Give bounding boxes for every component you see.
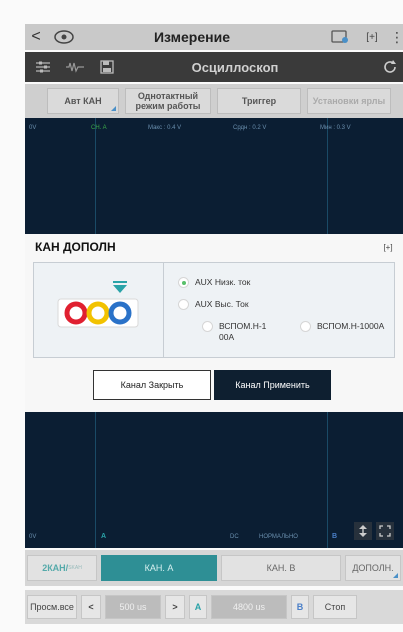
view-all-button[interactable]: Просм.все [27,595,77,619]
radio-icon [178,299,189,310]
timebase-b-value[interactable]: 4800 us [211,595,287,619]
save-icon[interactable] [93,56,121,78]
aux-options-panel: AUX Низк. ток AUX Выс. Ток ВСПОМ.Н-100А … [33,262,395,358]
option-aux-h100a[interactable]: ВСПОМ.Н-100А [202,321,288,343]
vertical-resize-icon[interactable] [354,522,372,540]
waveform-icon[interactable] [61,56,89,78]
auto-channel-label: Авт КАН [64,96,102,106]
toolbar-title: Осциллоскоп [191,59,279,75]
page-title: Измерение [153,29,230,45]
option-label: ВСПОМ.Н-1000А [317,321,385,331]
coupling-label: DC [230,534,239,540]
dual-channel-sublabel: SKAH [68,565,82,571]
option-aux-low-current[interactable]: AUX Низк. ток [178,277,250,288]
marker-b-label: B [332,533,338,540]
channel-selector-row: 2КАН/SKAH КАН. A КАН. B ДОПОЛН. [25,550,403,586]
option-label: AUX Выс. Ток [195,299,249,309]
aux-channel-dialog: КАН ДОПОЛН [+] AUX Низк. ток AUX Выс. То… [25,234,403,412]
fullscreen-toggle-icon[interactable] [376,522,394,540]
min-readout: Мин : 0.3 V [320,125,351,131]
radio-selected-icon [178,277,189,288]
connector-plugs-icon [57,281,139,328]
scope-screen-bottom[interactable]: 0V A DC НОРМАЛЬНО B [25,412,403,548]
auto-channel-button[interactable]: Авт КАН [47,88,119,114]
single-mode-button[interactable]: Однотактный режим работы [125,88,211,114]
max-readout: Макс : 0.4 V [148,125,182,131]
scope-controls-row: Авт КАН Однотактный режим работы Триггер… [25,84,403,118]
refresh-icon[interactable] [379,56,401,78]
stop-button[interactable]: Стоп [313,595,357,619]
radio-icon [300,321,311,332]
option-aux-high-current[interactable]: AUX Выс. Ток [178,299,249,310]
voltage-label: 0V [29,534,37,540]
avg-readout: Срдн : 0.2 V [233,125,267,131]
dialog-title: КАН ДОПОЛН [35,240,116,254]
radio-icon [202,321,213,332]
connector-illustration [34,263,164,357]
app-screen: < Измерение [+] ⋮ Осциллоскоп Авт КАН Од… [0,0,403,632]
channel-close-button[interactable]: Канал Закрыть [93,370,211,400]
grid-line [95,412,96,548]
expand-icon[interactable]: [+] [381,240,395,254]
channel-label: CH. A [91,125,107,131]
aux-channel-label: ДОПОЛН. [352,563,394,573]
marker-a-button[interactable]: A [189,595,207,619]
title-bar: < Измерение [+] ⋮ [25,24,403,50]
dropdown-corner-icon [393,573,398,578]
brand-logo-icon [51,28,77,46]
scope-screen-top[interactable]: 0V CH. A Макс : 0.4 V Срдн : 0.2 V Мин :… [25,118,403,234]
next-button[interactable]: > [165,595,185,619]
channel-apply-button[interactable]: Канал Применить [214,370,331,400]
dropdown-corner-icon [111,106,116,111]
option-label: ВСПОМ.Н-100А [219,321,267,342]
marker-b-button[interactable]: B [291,595,309,619]
fullscreen-icon[interactable]: [+] [359,28,385,46]
option-aux-h1000a[interactable]: ВСПОМ.Н-1000А [300,321,394,332]
timebase-row: Просм.все < 500 us > A 4800 us B Стоп [25,590,403,624]
grid-line [95,118,96,234]
more-menu-icon[interactable]: ⋮ [390,28,403,46]
scope-toolbar: Осциллоскоп [25,52,403,82]
trigger-mode-label: НОРМАЛЬНО [259,534,298,540]
settings-label: Установки ярлы [312,96,386,106]
sliders-icon[interactable] [29,56,57,78]
trigger-label: Триггер [241,96,277,106]
screenshot-icon[interactable] [327,28,353,46]
grid-line [327,412,328,548]
marker-a-label: A [101,533,107,540]
back-button[interactable]: < [25,28,47,46]
single-mode-label: Однотактный режим работы [135,91,201,111]
channel-a-button[interactable]: КАН. A [101,555,217,581]
trigger-button[interactable]: Триггер [217,88,301,114]
timebase-a-value[interactable]: 500 us [105,595,161,619]
dual-channel-button[interactable]: 2КАН/SKAH [27,555,97,581]
dual-channel-label: 2КАН/ [42,563,69,573]
aux-channel-button[interactable]: ДОПОЛН. [345,555,401,581]
channel-b-button[interactable]: КАН. B [221,555,341,581]
prev-button[interactable]: < [81,595,101,619]
option-label: AUX Низк. ток [195,277,251,287]
voltage-label: 0V [29,125,37,131]
settings-button[interactable]: Установки ярлы [307,88,391,114]
grid-line [327,118,328,234]
